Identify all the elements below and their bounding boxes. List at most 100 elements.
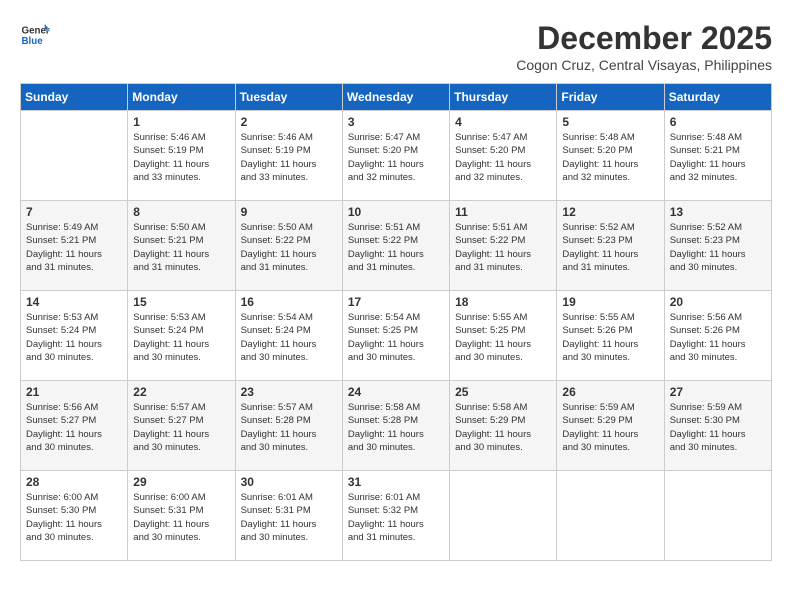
calendar-cell: 21 Sunrise: 5:56 AM Sunset: 5:27 PM Dayli… [21, 381, 128, 471]
cell-info: Sunrise: 6:00 AM Sunset: 5:30 PM Dayligh… [26, 491, 122, 544]
calendar-cell: 22 Sunrise: 5:57 AM Sunset: 5:27 PM Dayli… [128, 381, 235, 471]
cell-info: Sunrise: 5:52 AM Sunset: 5:23 PM Dayligh… [562, 221, 658, 274]
day-number: 23 [241, 385, 337, 399]
day-number: 9 [241, 205, 337, 219]
calendar-cell: 4 Sunrise: 5:47 AM Sunset: 5:20 PM Daylig… [450, 111, 557, 201]
cell-info: Sunrise: 5:59 AM Sunset: 5:30 PM Dayligh… [670, 401, 766, 454]
day-number: 19 [562, 295, 658, 309]
day-number: 26 [562, 385, 658, 399]
day-number: 10 [348, 205, 444, 219]
calendar-cell [557, 471, 664, 561]
cell-info: Sunrise: 5:52 AM Sunset: 5:23 PM Dayligh… [670, 221, 766, 274]
day-number: 3 [348, 115, 444, 129]
calendar-cell [21, 111, 128, 201]
calendar-cell: 26 Sunrise: 5:59 AM Sunset: 5:29 PM Dayli… [557, 381, 664, 471]
calendar-cell: 31 Sunrise: 6:01 AM Sunset: 5:32 PM Dayli… [342, 471, 449, 561]
day-number: 24 [348, 385, 444, 399]
day-number: 14 [26, 295, 122, 309]
cell-info: Sunrise: 5:54 AM Sunset: 5:25 PM Dayligh… [348, 311, 444, 364]
calendar-cell: 27 Sunrise: 5:59 AM Sunset: 5:30 PM Dayli… [664, 381, 771, 471]
cell-info: Sunrise: 5:47 AM Sunset: 5:20 PM Dayligh… [455, 131, 551, 184]
day-number: 7 [26, 205, 122, 219]
weekday-header: Friday [557, 84, 664, 111]
day-number: 13 [670, 205, 766, 219]
day-number: 1 [133, 115, 229, 129]
day-number: 22 [133, 385, 229, 399]
cell-info: Sunrise: 5:50 AM Sunset: 5:22 PM Dayligh… [241, 221, 337, 274]
calendar-cell: 23Sunrise: 5:57 AM Sunset: 5:28 PM Dayli… [235, 381, 342, 471]
calendar-cell: 10 Sunrise: 5:51 AM Sunset: 5:22 PM Dayli… [342, 201, 449, 291]
day-number: 30 [241, 475, 337, 489]
cell-info: Sunrise: 5:57 AM Sunset: 5:27 PM Dayligh… [133, 401, 229, 454]
day-number: 5 [562, 115, 658, 129]
page-header: General Blue December 2025 Cogon Cruz, C… [20, 20, 772, 73]
cell-info: Sunrise: 5:48 AM Sunset: 5:21 PM Dayligh… [670, 131, 766, 184]
cell-info: Sunrise: 5:51 AM Sunset: 5:22 PM Dayligh… [455, 221, 551, 274]
month-title: December 2025 [516, 20, 772, 57]
cell-info: Sunrise: 5:49 AM Sunset: 5:21 PM Dayligh… [26, 221, 122, 274]
cell-info: Sunrise: 6:00 AM Sunset: 5:31 PM Dayligh… [133, 491, 229, 544]
day-number: 12 [562, 205, 658, 219]
calendar-cell: 25 Sunrise: 5:58 AM Sunset: 5:29 PM Dayli… [450, 381, 557, 471]
cell-info: Sunrise: 5:58 AM Sunset: 5:28 PM Dayligh… [348, 401, 444, 454]
calendar-cell: 28 Sunrise: 6:00 AM Sunset: 5:30 PM Dayli… [21, 471, 128, 561]
logo-icon: General Blue [20, 20, 50, 50]
day-number: 25 [455, 385, 551, 399]
day-number: 28 [26, 475, 122, 489]
cell-info: Sunrise: 5:51 AM Sunset: 5:22 PM Dayligh… [348, 221, 444, 274]
day-number: 27 [670, 385, 766, 399]
day-number: 17 [348, 295, 444, 309]
cell-info: Sunrise: 5:59 AM Sunset: 5:29 PM Dayligh… [562, 401, 658, 454]
cell-info: Sunrise: 5:46 AM Sunset: 5:19 PM Dayligh… [133, 131, 229, 184]
day-number: 31 [348, 475, 444, 489]
calendar-cell: 9 Sunrise: 5:50 AM Sunset: 5:22 PM Daylig… [235, 201, 342, 291]
cell-info: Sunrise: 5:54 AM Sunset: 5:24 PM Dayligh… [241, 311, 337, 364]
calendar-cell [450, 471, 557, 561]
calendar-cell: 16 Sunrise: 5:54 AM Sunset: 5:24 PM Dayli… [235, 291, 342, 381]
calendar-cell: 8Sunrise: 5:50 AM Sunset: 5:21 PM Daylig… [128, 201, 235, 291]
cell-info: Sunrise: 5:47 AM Sunset: 5:20 PM Dayligh… [348, 131, 444, 184]
calendar-cell: 24 Sunrise: 5:58 AM Sunset: 5:28 PM Dayli… [342, 381, 449, 471]
cell-info: Sunrise: 5:53 AM Sunset: 5:24 PM Dayligh… [26, 311, 122, 364]
calendar-cell: 20Sunrise: 5:56 AM Sunset: 5:26 PM Dayli… [664, 291, 771, 381]
calendar-cell [664, 471, 771, 561]
calendar-cell: 11 Sunrise: 5:51 AM Sunset: 5:22 PM Dayli… [450, 201, 557, 291]
calendar-cell: 29 Sunrise: 6:00 AM Sunset: 5:31 PM Dayli… [128, 471, 235, 561]
calendar-cell: 1 Sunrise: 5:46 AM Sunset: 5:19 PM Daylig… [128, 111, 235, 201]
cell-info: Sunrise: 5:55 AM Sunset: 5:26 PM Dayligh… [562, 311, 658, 364]
calendar-cell: 3 Sunrise: 5:47 AM Sunset: 5:20 PM Daylig… [342, 111, 449, 201]
location-title: Cogon Cruz, Central Visayas, Philippines [516, 57, 772, 73]
logo: General Blue [20, 20, 50, 50]
day-number: 20 [670, 295, 766, 309]
day-number: 16 [241, 295, 337, 309]
calendar-cell: 7 Sunrise: 5:49 AM Sunset: 5:21 PM Daylig… [21, 201, 128, 291]
weekday-header: Monday [128, 84, 235, 111]
calendar-cell: 5Sunrise: 5:48 AM Sunset: 5:20 PM Daylig… [557, 111, 664, 201]
day-number: 21 [26, 385, 122, 399]
calendar-table: SundayMondayTuesdayWednesdayThursdayFrid… [20, 83, 772, 561]
day-number: 2 [241, 115, 337, 129]
cell-info: Sunrise: 5:46 AM Sunset: 5:19 PM Dayligh… [241, 131, 337, 184]
calendar-cell: 17 Sunrise: 5:54 AM Sunset: 5:25 PM Dayli… [342, 291, 449, 381]
cell-info: Sunrise: 5:58 AM Sunset: 5:29 PM Dayligh… [455, 401, 551, 454]
day-number: 6 [670, 115, 766, 129]
weekday-header: Saturday [664, 84, 771, 111]
cell-info: Sunrise: 6:01 AM Sunset: 5:31 PM Dayligh… [241, 491, 337, 544]
calendar-cell: 12 Sunrise: 5:52 AM Sunset: 5:23 PM Dayli… [557, 201, 664, 291]
weekday-header: Thursday [450, 84, 557, 111]
day-number: 18 [455, 295, 551, 309]
day-number: 11 [455, 205, 551, 219]
calendar-cell: 15Sunrise: 5:53 AM Sunset: 5:24 PM Dayli… [128, 291, 235, 381]
day-number: 4 [455, 115, 551, 129]
day-number: 29 [133, 475, 229, 489]
calendar-cell: 2 Sunrise: 5:46 AM Sunset: 5:19 PM Daylig… [235, 111, 342, 201]
weekday-header: Tuesday [235, 84, 342, 111]
cell-info: Sunrise: 6:01 AM Sunset: 5:32 PM Dayligh… [348, 491, 444, 544]
weekday-header: Sunday [21, 84, 128, 111]
cell-info: Sunrise: 5:53 AM Sunset: 5:24 PM Dayligh… [133, 311, 229, 364]
calendar-cell: 13 Sunrise: 5:52 AM Sunset: 5:23 PM Dayli… [664, 201, 771, 291]
cell-info: Sunrise: 5:56 AM Sunset: 5:27 PM Dayligh… [26, 401, 122, 454]
calendar-cell: 14 Sunrise: 5:53 AM Sunset: 5:24 PM Dayli… [21, 291, 128, 381]
weekday-header: Wednesday [342, 84, 449, 111]
calendar-cell: 19 Sunrise: 5:55 AM Sunset: 5:26 PM Dayli… [557, 291, 664, 381]
